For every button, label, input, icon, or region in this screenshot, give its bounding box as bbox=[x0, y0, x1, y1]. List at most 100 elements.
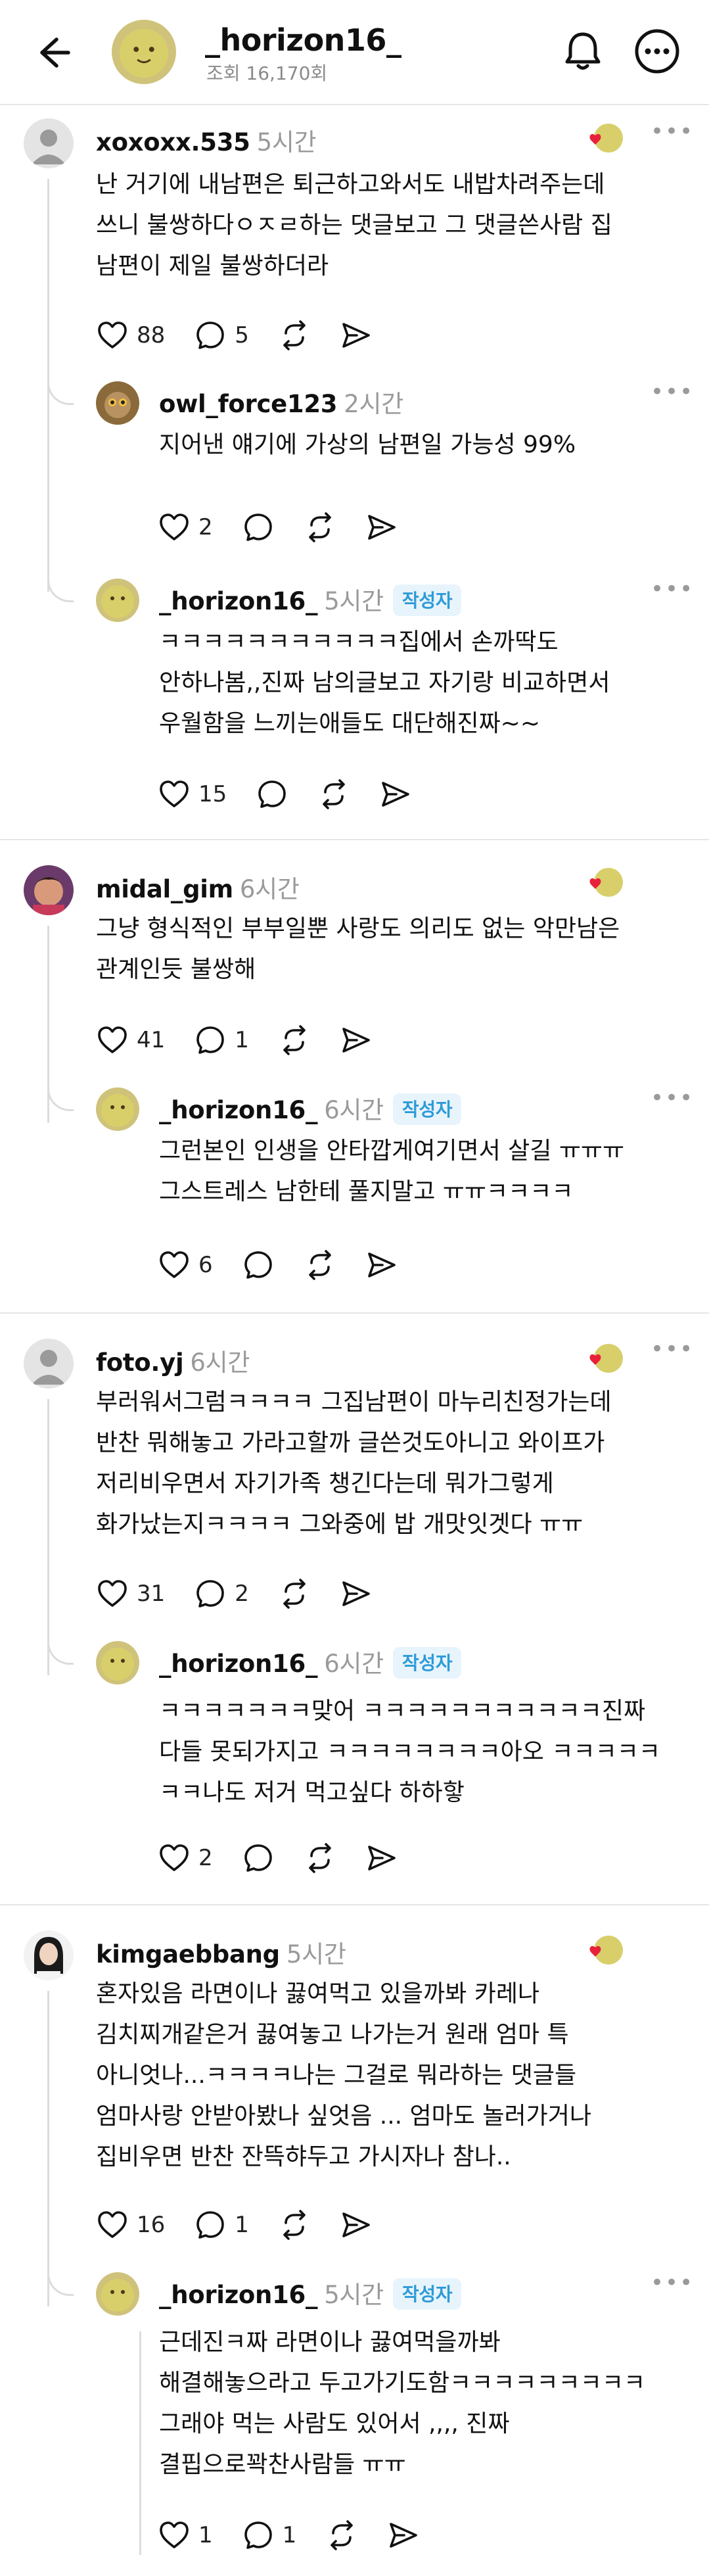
heart-icon bbox=[160, 1844, 189, 1871]
divider bbox=[0, 1904, 709, 1905]
comment-icon bbox=[244, 2521, 272, 2549]
reply-button[interactable]: 5 bbox=[194, 319, 249, 352]
comment-username[interactable]: kimgaebbang bbox=[96, 1940, 280, 1968]
more-options-icon[interactable]: ••• bbox=[651, 1085, 694, 1111]
avatar[interactable] bbox=[96, 1087, 139, 1131]
repost-button[interactable] bbox=[304, 1249, 336, 1281]
heart-icon bbox=[98, 1580, 127, 1607]
like-button[interactable]: 1 bbox=[158, 2519, 213, 2552]
comment-username[interactable]: owl_force123 bbox=[159, 390, 338, 418]
share-button[interactable] bbox=[340, 2208, 373, 2241]
comment-username[interactable]: xoxoxx.535 bbox=[96, 128, 250, 156]
comment-actions: 15 bbox=[158, 775, 441, 814]
more-options-icon[interactable]: ••• bbox=[651, 1336, 694, 1362]
bell-icon[interactable] bbox=[560, 28, 606, 74]
avatar[interactable] bbox=[96, 579, 139, 622]
header: _horizon16_ 조회 16,170회 bbox=[0, 0, 709, 104]
repost-icon bbox=[323, 779, 346, 809]
repost-button[interactable] bbox=[325, 2519, 358, 2552]
comment-username[interactable]: _horizon16_ bbox=[159, 1096, 317, 1124]
share-icon bbox=[367, 1846, 396, 1871]
share-button[interactable] bbox=[379, 778, 412, 811]
more-options-icon[interactable]: ••• bbox=[651, 118, 694, 145]
share-button[interactable] bbox=[340, 1577, 373, 1610]
header-username[interactable]: _horizon16_ bbox=[205, 22, 401, 58]
reply-count: 1 bbox=[235, 1027, 249, 1053]
like-button[interactable]: 41 bbox=[96, 1024, 165, 1057]
comment-time: 6시간 bbox=[190, 1348, 250, 1377]
author-badge: 작성자 bbox=[392, 584, 462, 616]
comment-username[interactable]: foto.yj bbox=[96, 1348, 184, 1377]
share-icon bbox=[342, 2212, 370, 2237]
repost-button[interactable] bbox=[278, 1577, 311, 1610]
reply-button[interactable] bbox=[242, 1842, 275, 1874]
repost-icon bbox=[283, 1579, 306, 1609]
more-options-icon[interactable]: ••• bbox=[651, 379, 694, 405]
avatar[interactable] bbox=[96, 381, 139, 425]
share-button[interactable] bbox=[387, 2519, 420, 2552]
repost-icon bbox=[308, 512, 331, 542]
comment-username[interactable]: _horizon16_ bbox=[159, 1650, 317, 1678]
repost-button[interactable] bbox=[278, 2208, 311, 2241]
share-icon bbox=[367, 515, 396, 540]
comment-text: 그런본인 인생을 안타깝게여기면서 살길 ㅠㅠㅠ 그스트레스 남한테 풀지말고 … bbox=[159, 1137, 625, 1205]
comment-username[interactable]: _horizon16_ bbox=[159, 2281, 317, 2309]
author-badge: 작성자 bbox=[392, 2278, 462, 2310]
repost-icon bbox=[308, 1250, 331, 1280]
share-button[interactable] bbox=[365, 1842, 398, 1874]
like-button[interactable]: 2 bbox=[158, 1842, 213, 1874]
like-button[interactable]: 6 bbox=[158, 1249, 213, 1281]
like-count: 6 bbox=[198, 1252, 213, 1278]
comment-actions: 2 bbox=[158, 508, 427, 547]
comment-actions: 41 1 bbox=[96, 1020, 401, 1060]
thread-line bbox=[47, 1991, 49, 2306]
like-button[interactable]: 88 bbox=[96, 319, 165, 352]
comment-time: 6시간 bbox=[324, 1650, 384, 1678]
reply-button[interactable]: 2 bbox=[194, 1577, 249, 1610]
repost-icon bbox=[331, 2520, 354, 2550]
comment-username[interactable]: _horizon16_ bbox=[159, 587, 317, 615]
share-button[interactable] bbox=[365, 511, 398, 544]
reply-button[interactable] bbox=[256, 778, 288, 811]
share-button[interactable] bbox=[340, 319, 373, 352]
back-arrow-icon[interactable] bbox=[34, 32, 76, 74]
like-button[interactable]: 31 bbox=[96, 1577, 165, 1610]
comment-text: ㅋㅋㅋㅋㅋㅋㅋ맞어 ㅋㅋㅋㅋㅋㅋㅋㅋㅋㅋㅋ진짜 다들 못되가지고 ㅋㅋㅋㅋㅋㅋㅋ… bbox=[159, 1698, 660, 1806]
reply-button[interactable]: 1 bbox=[242, 2519, 296, 2552]
author-badge: 작성자 bbox=[392, 1647, 462, 1679]
like-button[interactable]: 15 bbox=[158, 778, 227, 811]
heart-icon bbox=[160, 2521, 189, 2548]
avatar[interactable] bbox=[96, 2272, 139, 2316]
avatar[interactable] bbox=[112, 20, 176, 84]
avatar[interactable] bbox=[96, 1641, 139, 1684]
reply-button[interactable] bbox=[242, 1249, 275, 1281]
reply-button[interactable]: 1 bbox=[194, 1024, 249, 1057]
repost-icon bbox=[283, 1025, 306, 1055]
like-button[interactable]: 16 bbox=[96, 2208, 165, 2241]
reply-button[interactable] bbox=[242, 511, 275, 544]
more-icon[interactable] bbox=[633, 28, 681, 75]
share-button[interactable] bbox=[365, 1249, 398, 1281]
thread-line bbox=[139, 2331, 141, 2555]
repost-button[interactable] bbox=[304, 511, 336, 544]
comment-time: 6시간 bbox=[324, 1096, 384, 1124]
comment-actions: 6 bbox=[158, 1245, 427, 1285]
avatar[interactable] bbox=[24, 865, 74, 915]
avatar[interactable] bbox=[24, 1930, 74, 1980]
more-options-icon[interactable]: ••• bbox=[651, 2270, 694, 2296]
comment-icon bbox=[196, 2211, 225, 2239]
like-count: 31 bbox=[137, 1581, 166, 1607]
share-button[interactable] bbox=[340, 1024, 373, 1057]
like-button[interactable]: 2 bbox=[158, 511, 213, 544]
avatar[interactable] bbox=[24, 1339, 74, 1389]
avatar[interactable] bbox=[24, 118, 74, 168]
comment-username[interactable]: midal_gim bbox=[96, 875, 233, 903]
repost-button[interactable] bbox=[317, 778, 350, 811]
more-options-icon[interactable]: ••• bbox=[651, 576, 694, 602]
repost-button[interactable] bbox=[278, 1024, 311, 1057]
author-liked-icon bbox=[589, 124, 623, 153]
repost-button[interactable] bbox=[304, 1842, 336, 1874]
reply-button[interactable]: 1 bbox=[194, 2208, 249, 2241]
repost-button[interactable] bbox=[278, 319, 311, 352]
comment-time: 5시간 bbox=[256, 128, 317, 156]
